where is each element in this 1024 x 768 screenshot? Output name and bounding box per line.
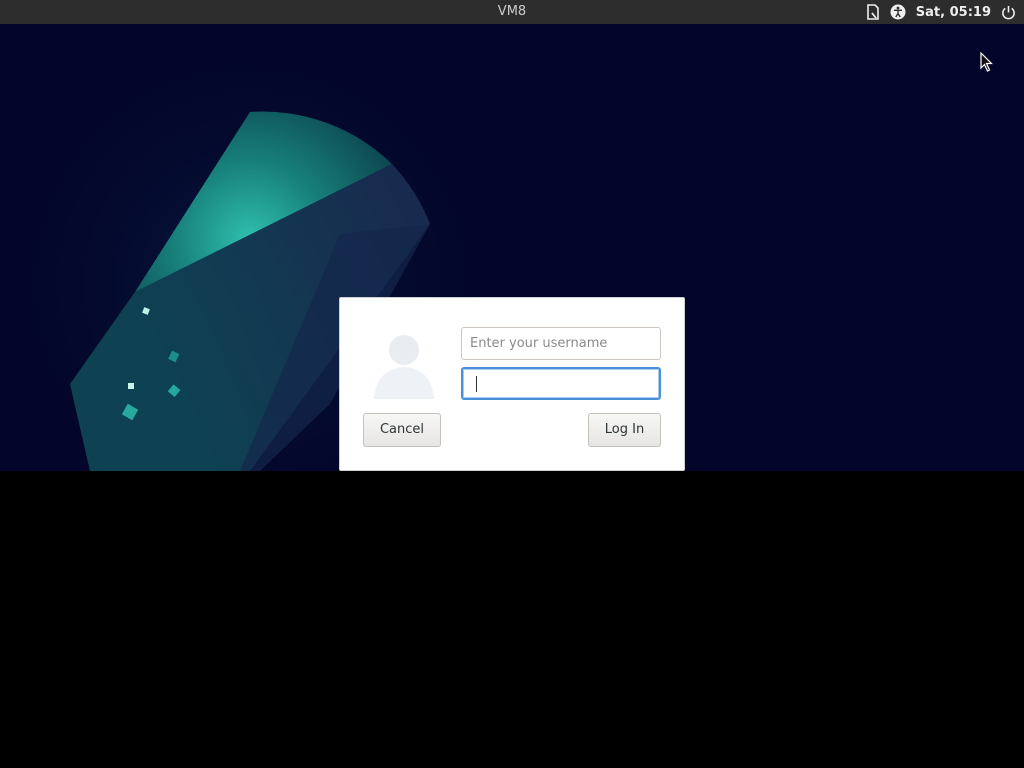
login-button[interactable]: Log In xyxy=(588,413,661,447)
top-bar: VM8 Sat, 05:19 xyxy=(0,0,1024,24)
username-input[interactable] xyxy=(461,327,661,360)
power-icon[interactable] xyxy=(1001,5,1016,20)
accessibility-icon[interactable] xyxy=(890,4,906,20)
password-input[interactable] xyxy=(461,367,661,400)
user-avatar-icon xyxy=(370,331,438,401)
mouse-cursor-icon xyxy=(980,51,994,76)
text-cursor xyxy=(476,376,477,392)
system-tray: Sat, 05:19 xyxy=(866,2,1016,22)
login-dialog: Cancel Log In xyxy=(339,297,685,471)
clock[interactable]: Sat, 05:19 xyxy=(916,5,991,20)
lower-black-area xyxy=(0,471,1024,768)
document-icon[interactable] xyxy=(866,4,880,20)
cancel-button[interactable]: Cancel xyxy=(363,413,441,447)
